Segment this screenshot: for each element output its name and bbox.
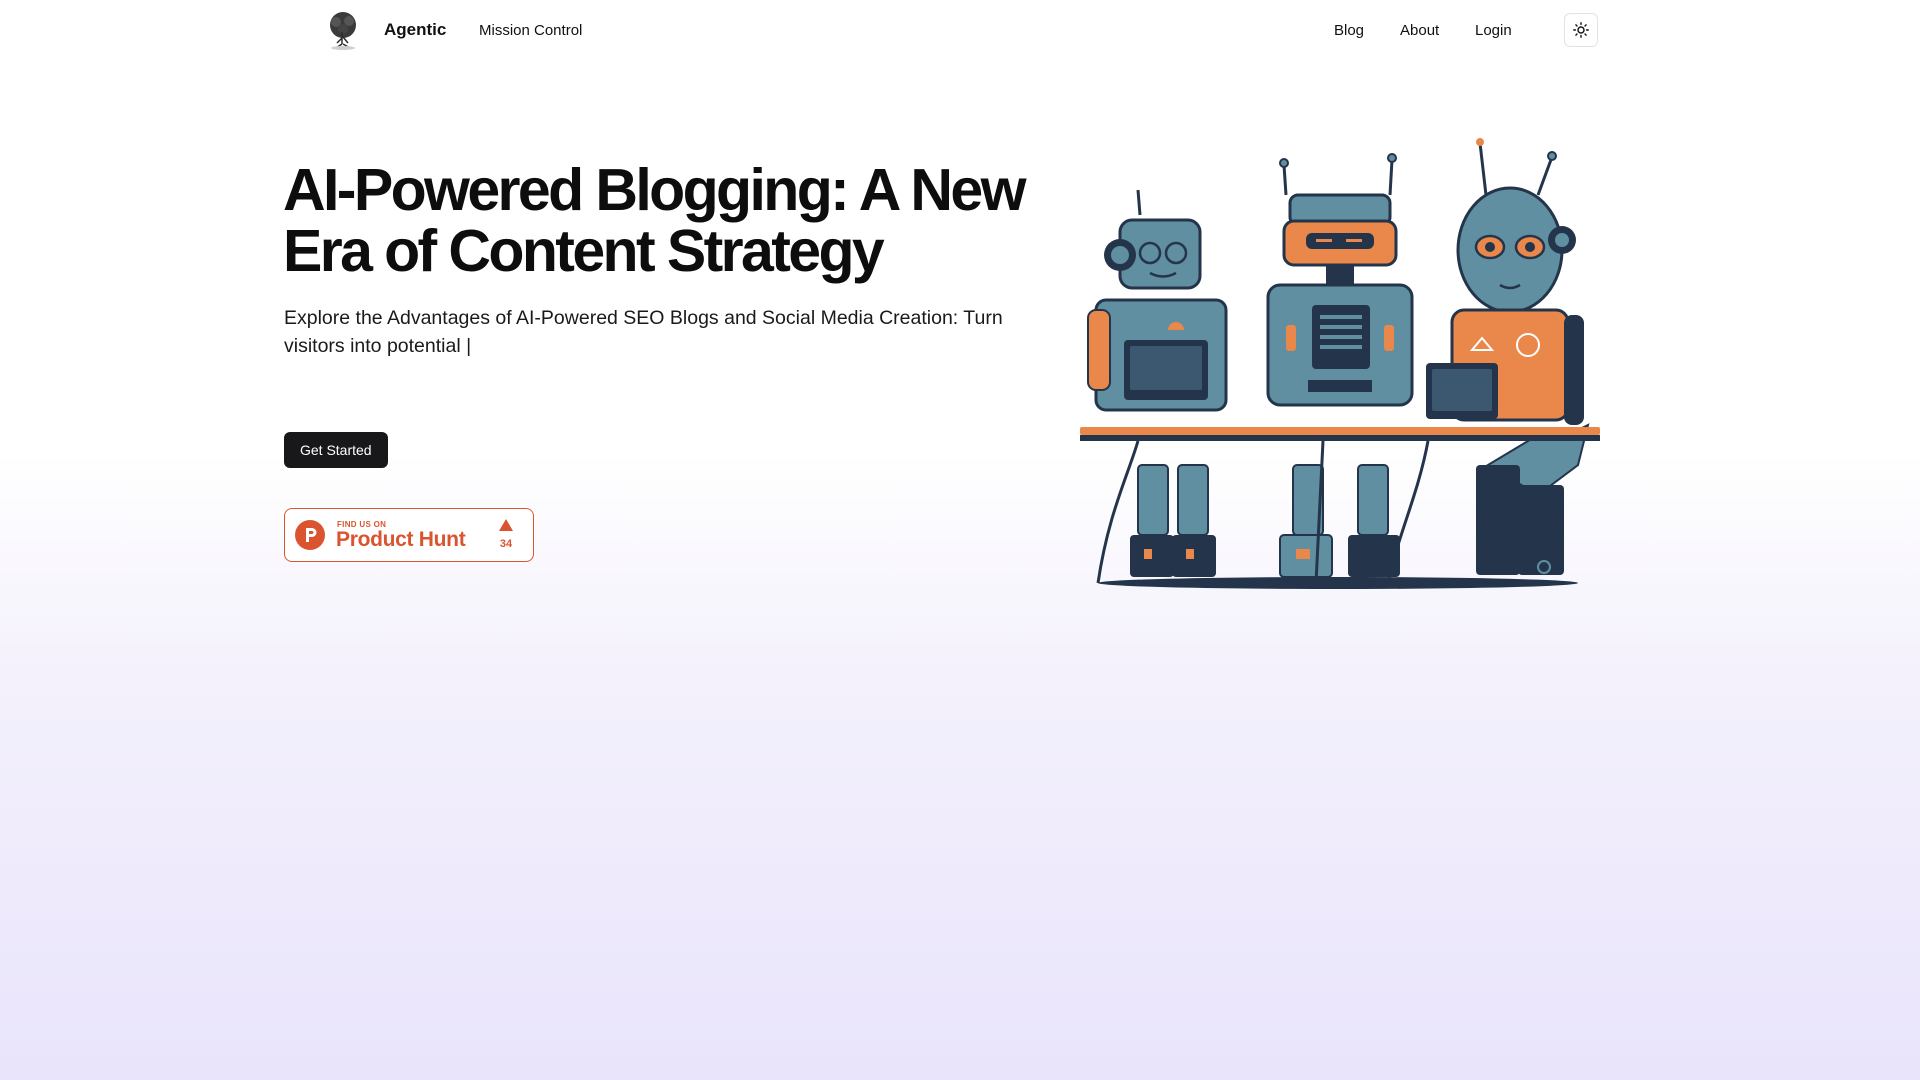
middle-robot (1266, 153, 1414, 578)
nav-login[interactable]: Login (1475, 22, 1512, 39)
product-hunt-logo-icon (295, 520, 325, 550)
upvote-arrow-icon (499, 519, 513, 531)
product-hunt-votes: 34 (499, 538, 513, 550)
tree-brain-logo-icon[interactable] (322, 10, 364, 52)
nav-about[interactable]: About (1400, 22, 1439, 39)
left-robot (1087, 189, 1228, 577)
brand-link[interactable]: Agentic (384, 20, 446, 40)
sun-icon (1573, 22, 1589, 38)
nav-blog[interactable]: Blog (1334, 22, 1364, 39)
three-robots-at-desk-illustration (1080, 138, 1600, 589)
right-robot (1426, 138, 1590, 575)
get-started-button[interactable]: Get Started (284, 432, 388, 468)
product-hunt-name: Product Hunt (336, 528, 466, 551)
hero-title: AI-Powered Blogging: A New Era of Conten… (283, 157, 1027, 284)
site-header: Agentic Mission Control Blog About Login (0, 0, 1920, 62)
theme-toggle-button[interactable] (1564, 13, 1598, 47)
product-hunt-badge[interactable]: FIND US ON Product Hunt 34 (284, 508, 534, 562)
hero-subtitle: Explore the Advantages of AI-Powered SEO… (284, 307, 1003, 357)
nav-mission-control[interactable]: Mission Control (479, 22, 582, 39)
